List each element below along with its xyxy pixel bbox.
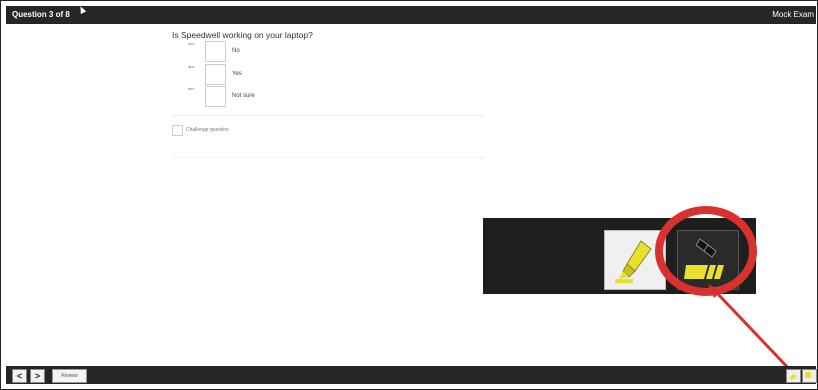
next-button[interactable]: >: [30, 369, 45, 383]
eraser-toggle-button[interactable]: [802, 369, 817, 383]
highlighter-toggle-button[interactable]: [786, 369, 801, 383]
review-button[interactable]: Review: [52, 369, 87, 383]
callout-arrow-icon: [708, 284, 795, 375]
previous-button[interactable]: <: [12, 369, 27, 383]
bottom-toolbar: < > Review: [6, 366, 817, 384]
